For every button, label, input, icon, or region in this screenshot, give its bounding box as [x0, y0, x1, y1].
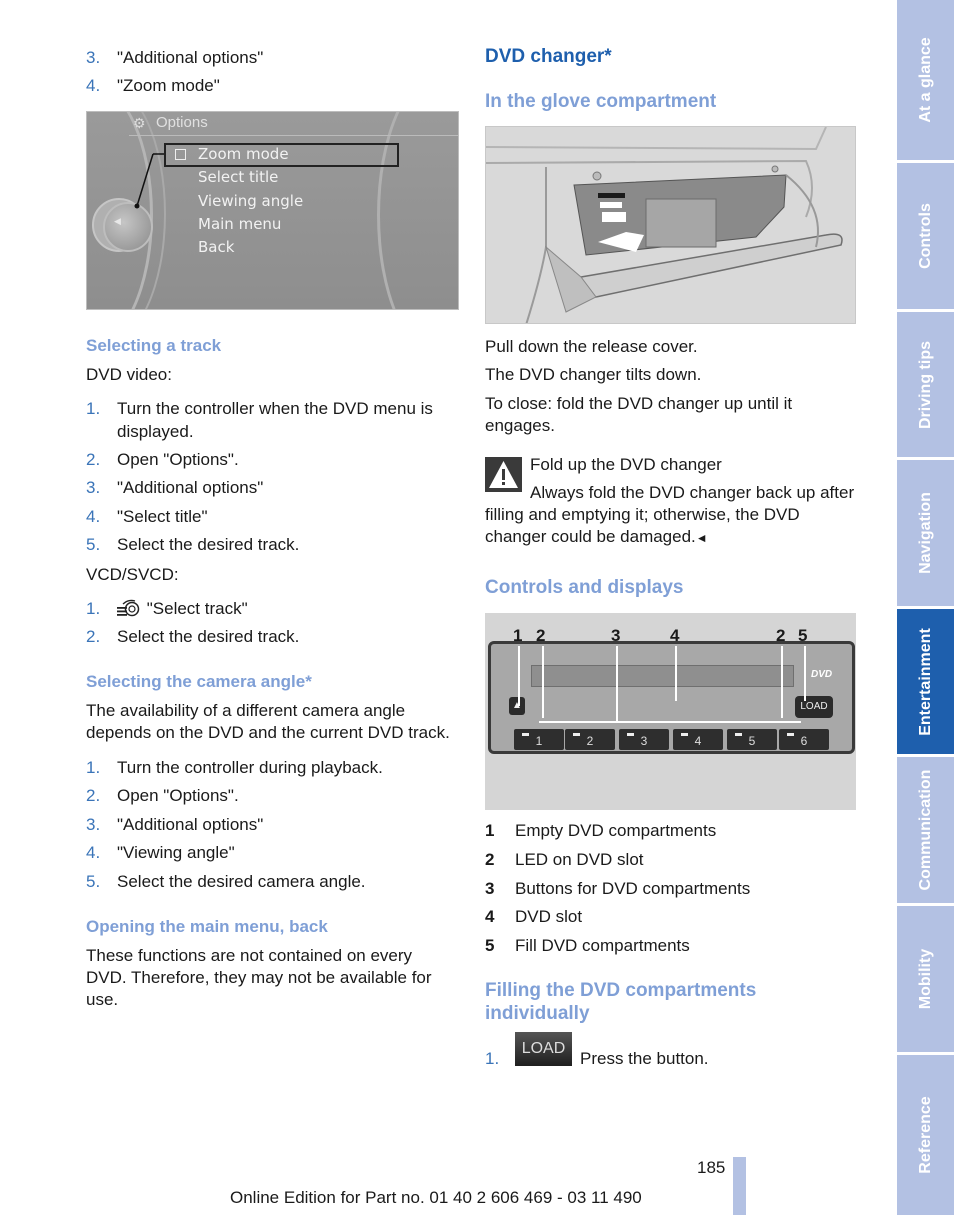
eject-button[interactable]: ▲: [509, 697, 525, 715]
compartment-button[interactable]: 2: [565, 729, 615, 750]
tab-mobility[interactable]: Mobility: [897, 906, 954, 1052]
list-number: 1.: [485, 1049, 500, 1068]
subsection-label: VCD/SVCD:: [86, 565, 179, 584]
leader-line: [518, 646, 520, 706]
compartment-button[interactable]: 3: [619, 729, 669, 750]
screen-menu-item: Zoom mode: [198, 145, 289, 163]
leader-line: [675, 646, 677, 701]
tab-communication[interactable]: Communication: [897, 757, 954, 903]
tab-driving-tips[interactable]: Driving tips: [897, 312, 954, 457]
load-button[interactable]: LOAD: [795, 696, 833, 718]
page-title: DVD changer*: [485, 46, 612, 67]
tab-entertainment[interactable]: Entertainment: [897, 609, 954, 754]
led-indicator: [787, 733, 794, 736]
compartment-button[interactable]: 5: [727, 729, 777, 750]
track-select-icon: [117, 599, 140, 617]
section-heading: Opening the main menu, back: [86, 917, 328, 936]
tab-controls[interactable]: Controls: [897, 163, 954, 309]
leader-line: [781, 646, 783, 718]
tab-navigation[interactable]: Navigation: [897, 460, 954, 606]
tab-reference[interactable]: Reference: [897, 1055, 954, 1215]
led-indicator: [522, 733, 529, 736]
compartment-button[interactable]: 6: [779, 729, 829, 750]
compartment-button[interactable]: 4: [673, 729, 723, 750]
section-heading: Filling the DVD compartments individuall…: [485, 980, 757, 1024]
load-button-image: LOAD: [515, 1032, 572, 1066]
tab-at-a-glance[interactable]: At a glance: [897, 0, 954, 160]
screen-menu-item: Back: [198, 238, 235, 256]
warning-text: Always fold the DVD changer back up afte…: [485, 483, 855, 546]
section-heading: Selecting the camera angle*: [86, 672, 312, 691]
footer-edition: Online Edition for Part no. 01 40 2 606 …: [230, 1188, 642, 1207]
page-number: 185: [697, 1158, 726, 1177]
dvd-logo: DVD: [811, 669, 833, 680]
section-heading: Controls and displays: [485, 577, 684, 598]
leader-line: [616, 646, 618, 721]
end-mark-icon: ◄: [695, 531, 708, 545]
screen-menu-item: Select title: [198, 168, 279, 186]
page-marker-bar: [733, 1157, 746, 1215]
paragraph: Pull down the release cover.: [485, 337, 698, 356]
compartment-button[interactable]: 1: [514, 729, 564, 750]
pointer-line: [134, 153, 164, 209]
dvd-changer-panel-illustration: 1 2 3 4 2 5 ▲ LOAD DVD 1 2 3 4 5 6: [485, 613, 856, 810]
paragraph: To close: fold the DVD changer up until …: [485, 394, 793, 435]
section-heading: In the glove compartment: [485, 91, 717, 112]
subsection-label: DVD video:: [86, 365, 172, 384]
dvd-slot: [531, 665, 794, 687]
leader-line: [542, 646, 544, 718]
glove-compartment-drawing: [486, 127, 855, 323]
list-item-text: Press the button.: [580, 1049, 709, 1068]
warning-title: Fold up the DVD changer: [530, 455, 722, 474]
led-indicator: [627, 733, 634, 736]
glove-compartment-illustration: [485, 126, 856, 324]
led-indicator: [735, 733, 742, 736]
options-screen-illustration: ◀ ⚙ Options Zoom mode Select title Viewi…: [86, 111, 459, 310]
leader-line: [804, 646, 806, 701]
paragraph: The availability of a different camera a…: [86, 701, 450, 742]
led-indicator: [681, 733, 688, 736]
paragraph: The DVD changer tilts down.: [485, 365, 702, 384]
screen-menu-item: Main menu: [198, 215, 282, 233]
screen-menu-item: Viewing angle: [198, 192, 304, 210]
led-indicator: [573, 733, 580, 736]
leader-line: [539, 721, 801, 723]
paragraph: These functions are not contained on eve…: [86, 946, 432, 1009]
section-heading: Selecting a track: [86, 336, 222, 355]
